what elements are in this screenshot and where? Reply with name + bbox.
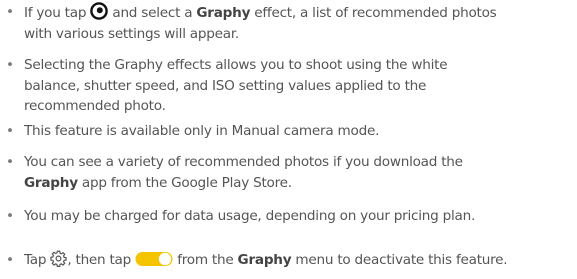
capture-circle-icon xyxy=(90,2,109,20)
list-item-text: This feature is available only in Manual… xyxy=(24,123,380,139)
help-document: • If you tap and select a Graphy effect,… xyxy=(0,0,577,279)
list-item-text: Selecting the Graphy effects allows you … xyxy=(24,57,448,114)
bullet: • xyxy=(6,123,14,139)
list-item-text: You may be charged for data usage, depen… xyxy=(24,208,476,224)
list-item-text: Tap , then tap from the Graphy menu to d… xyxy=(24,250,508,268)
graphy-bold-label: Graphy xyxy=(196,5,251,21)
bullet: • xyxy=(6,4,14,20)
gear-icon xyxy=(50,250,68,267)
bullet: • xyxy=(6,154,14,170)
list-item-text: If you tap and select a Graphy effect, a… xyxy=(24,2,497,44)
graphy-bold-label: Graphy xyxy=(24,174,78,191)
bullet: • xyxy=(6,208,14,224)
bullet: • xyxy=(6,252,14,268)
bullet: • xyxy=(6,57,14,73)
graphy-bold-label: Graphy xyxy=(237,252,292,268)
toggle-switch-icon xyxy=(135,251,173,267)
list-item-text: You can see a variety of recommended pho… xyxy=(24,154,463,191)
